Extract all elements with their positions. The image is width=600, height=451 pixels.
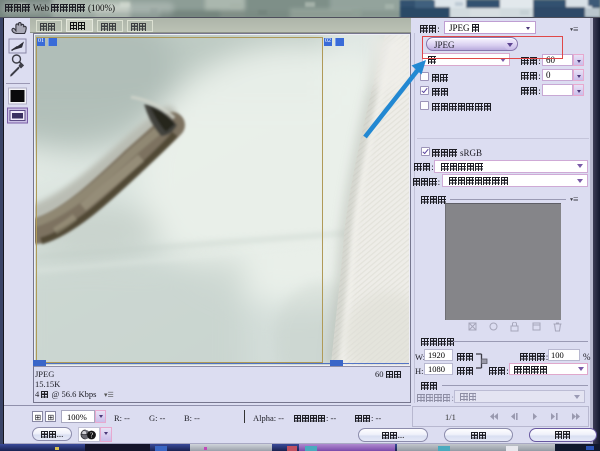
svg-text:?: ?	[90, 431, 93, 439]
